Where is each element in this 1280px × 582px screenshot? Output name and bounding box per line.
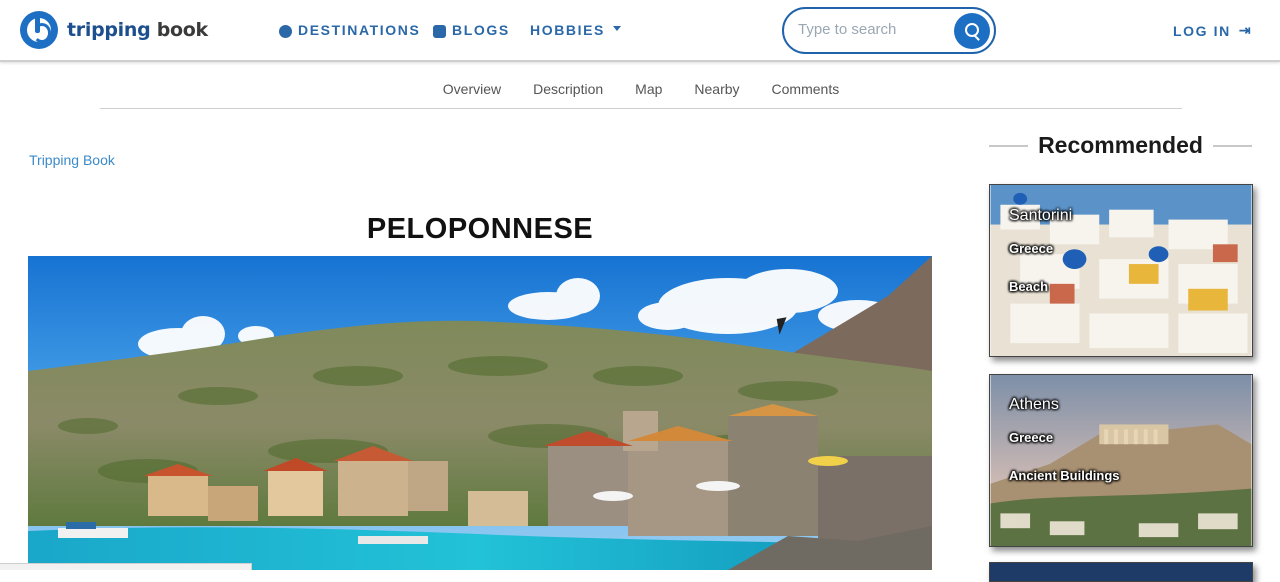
card-name: Athens [1009, 396, 1059, 413]
hero-image [28, 256, 932, 570]
section-tabs: Overview Description Map Nearby Comments [100, 71, 1182, 109]
nav-blogs-label: BLOGS [452, 22, 510, 38]
nav-destinations-label: DESTINATIONS [298, 22, 421, 38]
recommended-card-athens[interactable]: Athens Greece Ancient Buildings [989, 374, 1253, 547]
nav-hobbies-dropdown[interactable]: HOBBIES [530, 22, 621, 38]
recommended-heading: Recommended [989, 132, 1252, 159]
search-input[interactable] [798, 21, 948, 38]
breadcrumb-link[interactable]: Tripping Book [29, 152, 115, 168]
card-country: Greece [1009, 430, 1054, 445]
nav-hobbies-label: HOBBIES [530, 22, 605, 38]
sign-in-icon: ⇥ [1238, 22, 1253, 38]
brand-name: tripping book [67, 19, 208, 41]
login-label: LOG IN [1173, 22, 1231, 39]
brand-name-part2: book [156, 19, 208, 41]
brand-name-part1: tripping [67, 19, 151, 41]
brand-logo[interactable]: tripping book [20, 11, 208, 49]
top-navbar: tripping book DESTINATIONS BLOGS HOBBIES… [0, 0, 1280, 62]
recommended-card-santorini[interactable]: Santorini Greece Beach [989, 184, 1253, 357]
tab-overview[interactable]: Overview [427, 71, 517, 108]
recommended-heading-text: Recommended [1038, 132, 1203, 158]
recommended-card-partial[interactable] [989, 562, 1253, 582]
logo-mark-icon [20, 11, 58, 49]
card-country: Greece [1009, 241, 1054, 256]
tab-description[interactable]: Description [517, 71, 619, 108]
tab-map[interactable]: Map [619, 71, 678, 108]
card-category: Beach [1009, 279, 1049, 294]
card-name: Santorini [1009, 207, 1073, 224]
tab-comments[interactable]: Comments [756, 71, 856, 108]
heading-divider-left [989, 144, 1029, 147]
page-title: PELOPONNESE [366, 213, 594, 245]
card-category: Ancient Buildings [1009, 468, 1120, 483]
search-button[interactable] [954, 13, 990, 49]
login-button[interactable]: LOG IN ⇥ [1173, 22, 1252, 39]
chevron-down-icon [613, 25, 621, 31]
search-box [782, 7, 996, 54]
blog-icon [433, 24, 446, 38]
tab-nearby[interactable]: Nearby [678, 71, 755, 108]
heading-divider-right [1212, 144, 1252, 147]
nav-blogs[interactable]: BLOGS [433, 22, 510, 38]
browser-status-bar [0, 563, 252, 570]
nav-destinations[interactable]: DESTINATIONS [279, 22, 420, 38]
globe-icon [279, 24, 292, 38]
